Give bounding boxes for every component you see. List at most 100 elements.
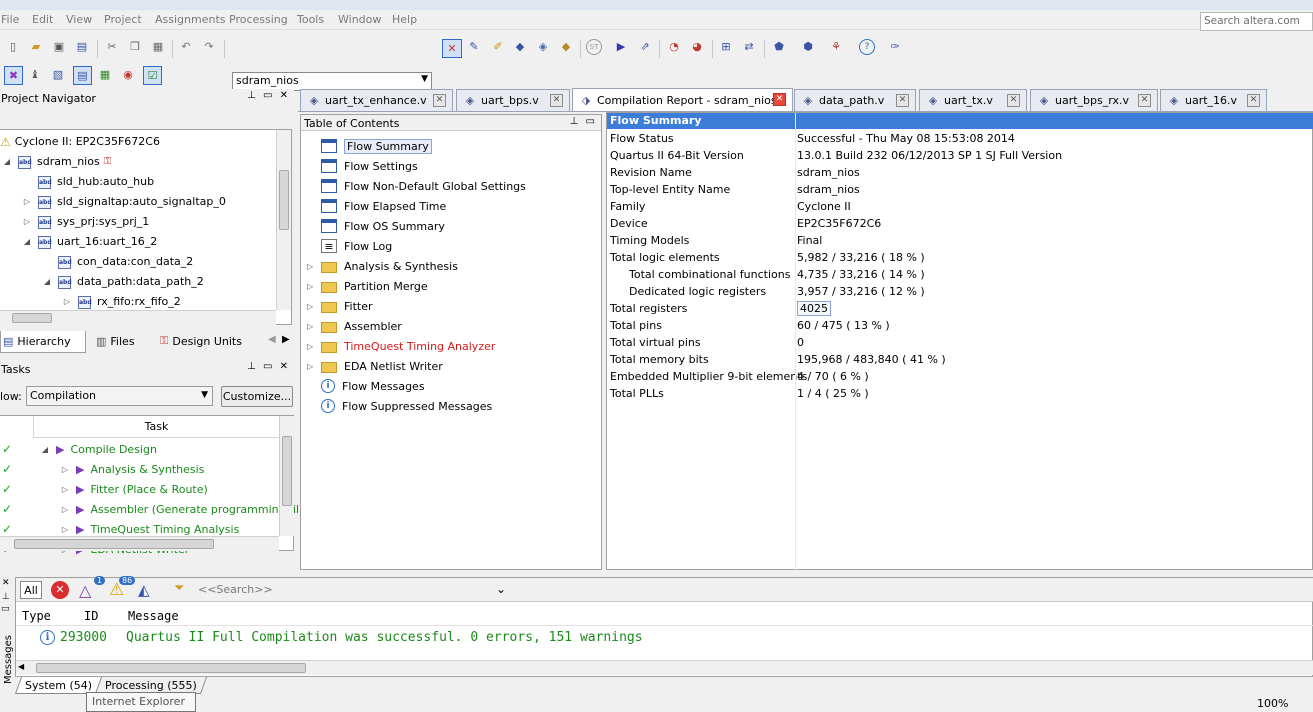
run-task-icon[interactable]: ▶ bbox=[76, 523, 84, 536]
task-row[interactable]: ◢ ▶ Compile Design bbox=[40, 439, 157, 459]
expander-icon[interactable]: ▷ bbox=[307, 322, 317, 331]
toc-item[interactable]: ▷ EDA Netlist Writer bbox=[301, 356, 601, 376]
menu-assignments[interactable]: Assignments bbox=[155, 13, 226, 26]
expander-icon[interactable]: ▷ bbox=[60, 465, 70, 474]
tcl-console-icon[interactable]: ◉ bbox=[120, 67, 136, 83]
messages-toggle-icon[interactable]: ▤ bbox=[73, 66, 92, 85]
chevron-down-icon[interactable]: ⌄ bbox=[496, 582, 506, 596]
close-icon[interactable]: ✕ bbox=[1007, 94, 1020, 107]
editor-tab[interactable]: ⬗ Compilation Report - sdram_nios ✕ bbox=[572, 88, 793, 112]
expander-icon[interactable]: ▷ bbox=[60, 505, 70, 514]
run-task-icon[interactable]: ▶ bbox=[76, 503, 84, 516]
info-filter-icon[interactable]: △ bbox=[79, 581, 91, 600]
toc-item[interactable]: Flow Summary bbox=[301, 136, 601, 156]
whats-this-icon[interactable]: ✑ bbox=[887, 39, 903, 55]
float-icon[interactable]: ▭ bbox=[1, 604, 10, 614]
flow-select[interactable]: Compilation ▼ bbox=[26, 386, 213, 406]
tree-row[interactable]: ▷ abd sld_signaltap:auto_signaltap_0 bbox=[22, 192, 226, 212]
run-task-icon[interactable]: ▶ bbox=[56, 443, 64, 456]
device-row[interactable]: ⚠ Cyclone II: EP2C35F672C6 bbox=[0, 132, 160, 152]
start-compilation-icon[interactable]: ▶ bbox=[613, 39, 629, 55]
message-row[interactable]: i 293000 Quartus II Full Compilation was… bbox=[16, 628, 1313, 648]
column-id[interactable]: ID bbox=[84, 609, 98, 623]
scrollbar-thumb[interactable] bbox=[14, 539, 214, 549]
expander-icon[interactable]: ▷ bbox=[307, 342, 317, 351]
node-finder-icon[interactable]: ♝ bbox=[27, 67, 43, 83]
search-altera-input[interactable]: Search altera.com bbox=[1200, 12, 1313, 31]
toc-item[interactable]: ▷ Analysis & Synthesis bbox=[301, 256, 601, 276]
save-icon[interactable]: ▣ bbox=[51, 39, 67, 55]
scrollbar-thumb[interactable] bbox=[282, 436, 292, 506]
menu-window[interactable]: Window bbox=[338, 13, 381, 26]
toc-item[interactable]: ▷ TimeQuest Timing Analyzer bbox=[301, 336, 601, 356]
expander-icon[interactable]: ▷ bbox=[307, 362, 317, 371]
tree-row[interactable]: ◢ abd sdram_nios ⚿ bbox=[2, 152, 111, 172]
expander-icon[interactable]: ▷ bbox=[60, 525, 70, 534]
pin-planner-icon[interactable]: ✎ bbox=[466, 39, 482, 55]
sopc-builder-icon[interactable]: ⚘ bbox=[828, 39, 844, 55]
tab-scroll-left-icon[interactable]: ◀ bbox=[268, 334, 276, 345]
tasks-toggle-icon[interactable]: ▧ bbox=[50, 67, 66, 83]
cut-icon[interactable]: ✂ bbox=[104, 39, 120, 55]
close-icon[interactable]: ✕ bbox=[1247, 94, 1260, 107]
signaltap-icon[interactable]: ⬢ bbox=[800, 39, 816, 55]
paste-icon[interactable]: ▦ bbox=[150, 39, 166, 55]
expander-icon[interactable]: ◢ bbox=[40, 445, 50, 454]
task-column-header[interactable]: Task bbox=[34, 416, 279, 438]
status-toggle-icon[interactable]: ▦ bbox=[97, 67, 113, 83]
expander-icon[interactable]: ▷ bbox=[307, 262, 317, 271]
tree-row[interactable]: abd con_data:con_data_2 bbox=[42, 252, 193, 272]
critical-warning-filter-icon[interactable]: ◭ bbox=[138, 581, 150, 599]
filter-funnel-icon[interactable]: ⏷ bbox=[174, 581, 184, 596]
save-all-icon[interactable]: ▤ bbox=[74, 39, 90, 55]
tree-row[interactable]: ▷ abd sys_prj:sys_prj_1 bbox=[22, 212, 149, 232]
vertical-scrollbar[interactable] bbox=[279, 416, 294, 536]
task-row[interactable]: ▷ ▶ Analysis & Synthesis bbox=[60, 459, 204, 479]
toc-item[interactable]: i Flow Suppressed Messages bbox=[301, 396, 601, 416]
pin-icon[interactable]: ⊥ bbox=[2, 592, 10, 602]
undo-icon[interactable]: ↶ bbox=[178, 39, 194, 55]
tab-hierarchy[interactable]: ▤ Hierarchy bbox=[0, 331, 86, 353]
panel-controls[interactable]: ⊥ ▭ ✕ bbox=[247, 90, 290, 101]
editor-tab[interactable]: ◈ uart_bps.v ✕ bbox=[456, 89, 570, 111]
editor-tab[interactable]: ◈ data_path.v ✕ bbox=[794, 89, 916, 111]
menu-help[interactable]: Help bbox=[392, 13, 417, 26]
assignment-editor-icon[interactable]: ✐ bbox=[490, 39, 506, 55]
close-icon[interactable]: ✕ bbox=[896, 94, 909, 107]
menu-view[interactable]: View bbox=[66, 13, 92, 26]
help-icon[interactable]: ? bbox=[859, 39, 875, 55]
task-row[interactable]: ▷ ▶ Fitter (Place & Route) bbox=[60, 479, 208, 499]
programmer-icon[interactable]: ⬟ bbox=[771, 39, 787, 55]
menu-project[interactable]: Project bbox=[104, 13, 142, 26]
scroll-left-icon[interactable]: ◀ bbox=[18, 662, 24, 671]
toc-item[interactable]: i Flow Messages bbox=[301, 376, 601, 396]
toc-item[interactable]: Flow Elapsed Time bbox=[301, 196, 601, 216]
column-type[interactable]: Type bbox=[22, 609, 51, 623]
change-manager-icon[interactable]: ☑ bbox=[143, 66, 162, 85]
tab-design-units[interactable]: ⚿ Design Units bbox=[150, 331, 260, 351]
tree-row[interactable]: ▷ abd rx_fifo:rx_fifo_2 bbox=[62, 292, 181, 312]
toc-item[interactable]: Flow OS Summary bbox=[301, 216, 601, 236]
copy-icon[interactable]: ❐ bbox=[127, 39, 143, 55]
task-row[interactable]: ▷ ▶ Assembler (Generate programming files) bbox=[60, 499, 316, 519]
run-task-icon[interactable]: ▶ bbox=[76, 463, 84, 476]
filter-all-button[interactable]: All bbox=[20, 581, 42, 599]
horizontal-scrollbar[interactable] bbox=[0, 536, 279, 551]
editor-tab[interactable]: ◈ uart_bps_rx.v ✕ bbox=[1030, 89, 1158, 111]
expander-icon[interactable]: ◢ bbox=[2, 152, 12, 172]
messages-search-input[interactable]: <<Search>> bbox=[198, 583, 273, 596]
close-icon[interactable]: ✕ bbox=[2, 578, 10, 588]
stop-icon[interactable]: ST bbox=[586, 39, 602, 55]
expander-icon[interactable]: ◢ bbox=[42, 272, 52, 292]
design-partition-icon[interactable]: ◈ bbox=[535, 39, 551, 55]
menu-processing[interactable]: Processing bbox=[229, 13, 288, 26]
rtl-viewer-icon[interactable]: ⇄ bbox=[741, 39, 757, 55]
tree-row[interactable]: abd sld_hub:auto_hub bbox=[22, 172, 154, 192]
new-file-icon[interactable]: ▯ bbox=[5, 39, 21, 55]
scrollbar-thumb[interactable] bbox=[12, 313, 52, 323]
vertical-scrollbar[interactable] bbox=[276, 130, 291, 310]
redo-icon[interactable]: ↷ bbox=[201, 39, 217, 55]
menu-edit[interactable]: Edit bbox=[32, 13, 53, 26]
expander-icon[interactable]: ▷ bbox=[60, 485, 70, 494]
toc-item[interactable]: ▷ Fitter bbox=[301, 296, 601, 316]
